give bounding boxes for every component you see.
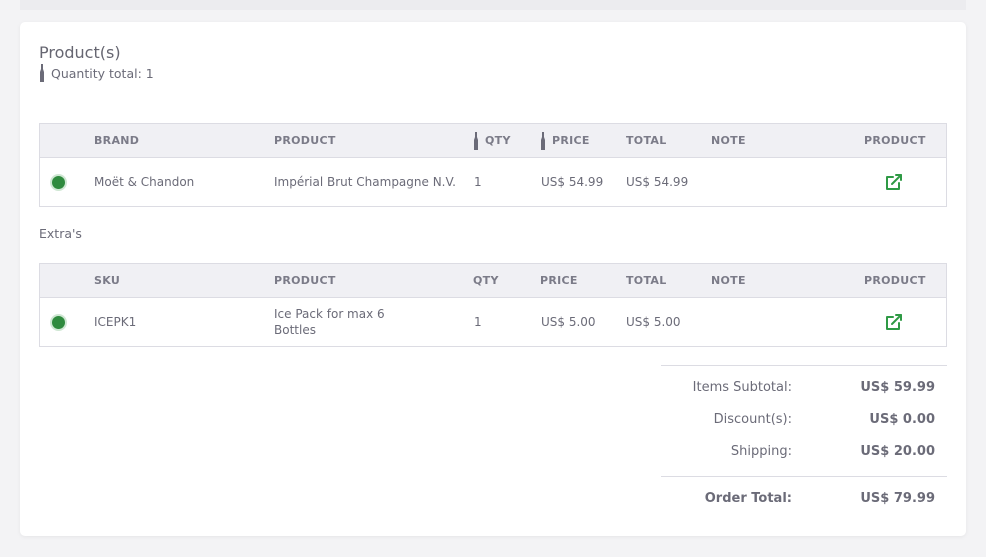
external-link-icon[interactable] — [884, 298, 904, 346]
col-qty-label: QTY — [485, 134, 511, 147]
table-row: Moët & Chandon Impérial Brut Champagne N… — [40, 158, 946, 206]
summary-divider — [661, 365, 947, 366]
top-strip — [20, 0, 966, 10]
total-cell: US$ 54.99 — [626, 175, 689, 189]
col-qty: QTY — [473, 124, 511, 157]
products-table: BRAND PRODUCT QTY PRICE TOTAL NOTE PRODU… — [39, 123, 947, 207]
discount-value: US$ 0.00 — [869, 412, 935, 427]
col-price: PRICE — [540, 124, 590, 157]
order-total-value: US$ 79.99 — [860, 491, 935, 506]
discount-label: Discount(s): — [713, 412, 792, 427]
col-note: NOTE — [711, 274, 746, 287]
col-note: NOTE — [711, 134, 746, 147]
col-total: TOTAL — [626, 134, 667, 147]
bottle-icon — [473, 131, 479, 150]
products-table-header: BRAND PRODUCT QTY PRICE TOTAL NOTE PRODU… — [40, 124, 946, 158]
items-subtotal-row: Items Subtotal: US$ 59.99 — [661, 372, 947, 404]
qty-cell: 1 — [474, 175, 482, 189]
items-subtotal-label: Items Subtotal: — [692, 380, 792, 395]
product-cell: Impérial Brut Champagne N.V. — [274, 175, 456, 189]
extras-table: SKU PRODUCT QTY PRICE TOTAL NOTE PRODUCT… — [39, 263, 947, 347]
col-price-label: PRICE — [552, 134, 590, 147]
product-line-2: Bottles — [274, 323, 316, 337]
status-dot — [50, 298, 67, 346]
products-title: Product(s) — [39, 43, 121, 62]
shipping-row: Shipping: US$ 20.00 — [661, 436, 947, 468]
discount-row: Discount(s): US$ 0.00 — [661, 404, 947, 436]
bottle-icon — [39, 64, 45, 82]
status-dot — [50, 158, 67, 206]
total-cell: US$ 5.00 — [626, 315, 681, 329]
col-price: PRICE — [540, 274, 578, 287]
col-product: PRODUCT — [274, 134, 336, 147]
qty-cell: 1 — [474, 315, 482, 329]
table-row: ICEPK1 Ice Pack for max 6 Bottles 1 US$ … — [40, 298, 946, 346]
product-line-1: Ice Pack for max 6 — [274, 307, 385, 321]
order-summary: Items Subtotal: US$ 59.99 Discount(s): U… — [661, 365, 947, 515]
col-product: PRODUCT — [274, 274, 336, 287]
col-total: TOTAL — [626, 274, 667, 287]
quantity-total: Quantity total: 1 — [39, 64, 154, 82]
shipping-label: Shipping: — [730, 444, 792, 459]
items-subtotal-value: US$ 59.99 — [860, 380, 935, 395]
brand-cell: Moët & Chandon — [94, 175, 195, 189]
product-cell: Ice Pack for max 6 Bottles — [274, 298, 385, 346]
order-total-row: Order Total: US$ 79.99 — [661, 483, 947, 515]
sku-cell: ICEPK1 — [94, 315, 137, 329]
bottle-icon — [540, 131, 546, 150]
price-cell: US$ 5.00 — [541, 315, 596, 329]
col-product-link: PRODUCT — [864, 134, 926, 147]
col-product-link: PRODUCT — [864, 274, 926, 287]
extras-label: Extra's — [39, 226, 82, 241]
order-products-card: Product(s) Quantity total: 1 BRAND PRODU… — [20, 22, 966, 536]
order-total-label: Order Total: — [704, 491, 792, 506]
price-cell: US$ 54.99 — [541, 175, 604, 189]
quantity-total-text: Quantity total: 1 — [51, 65, 154, 81]
col-brand: BRAND — [94, 134, 140, 147]
col-qty: QTY — [473, 274, 499, 287]
shipping-value: US$ 20.00 — [860, 444, 935, 459]
extras-table-header: SKU PRODUCT QTY PRICE TOTAL NOTE PRODUCT — [40, 264, 946, 298]
external-link-icon[interactable] — [884, 158, 904, 206]
summary-divider — [661, 476, 947, 477]
col-sku: SKU — [94, 274, 121, 287]
